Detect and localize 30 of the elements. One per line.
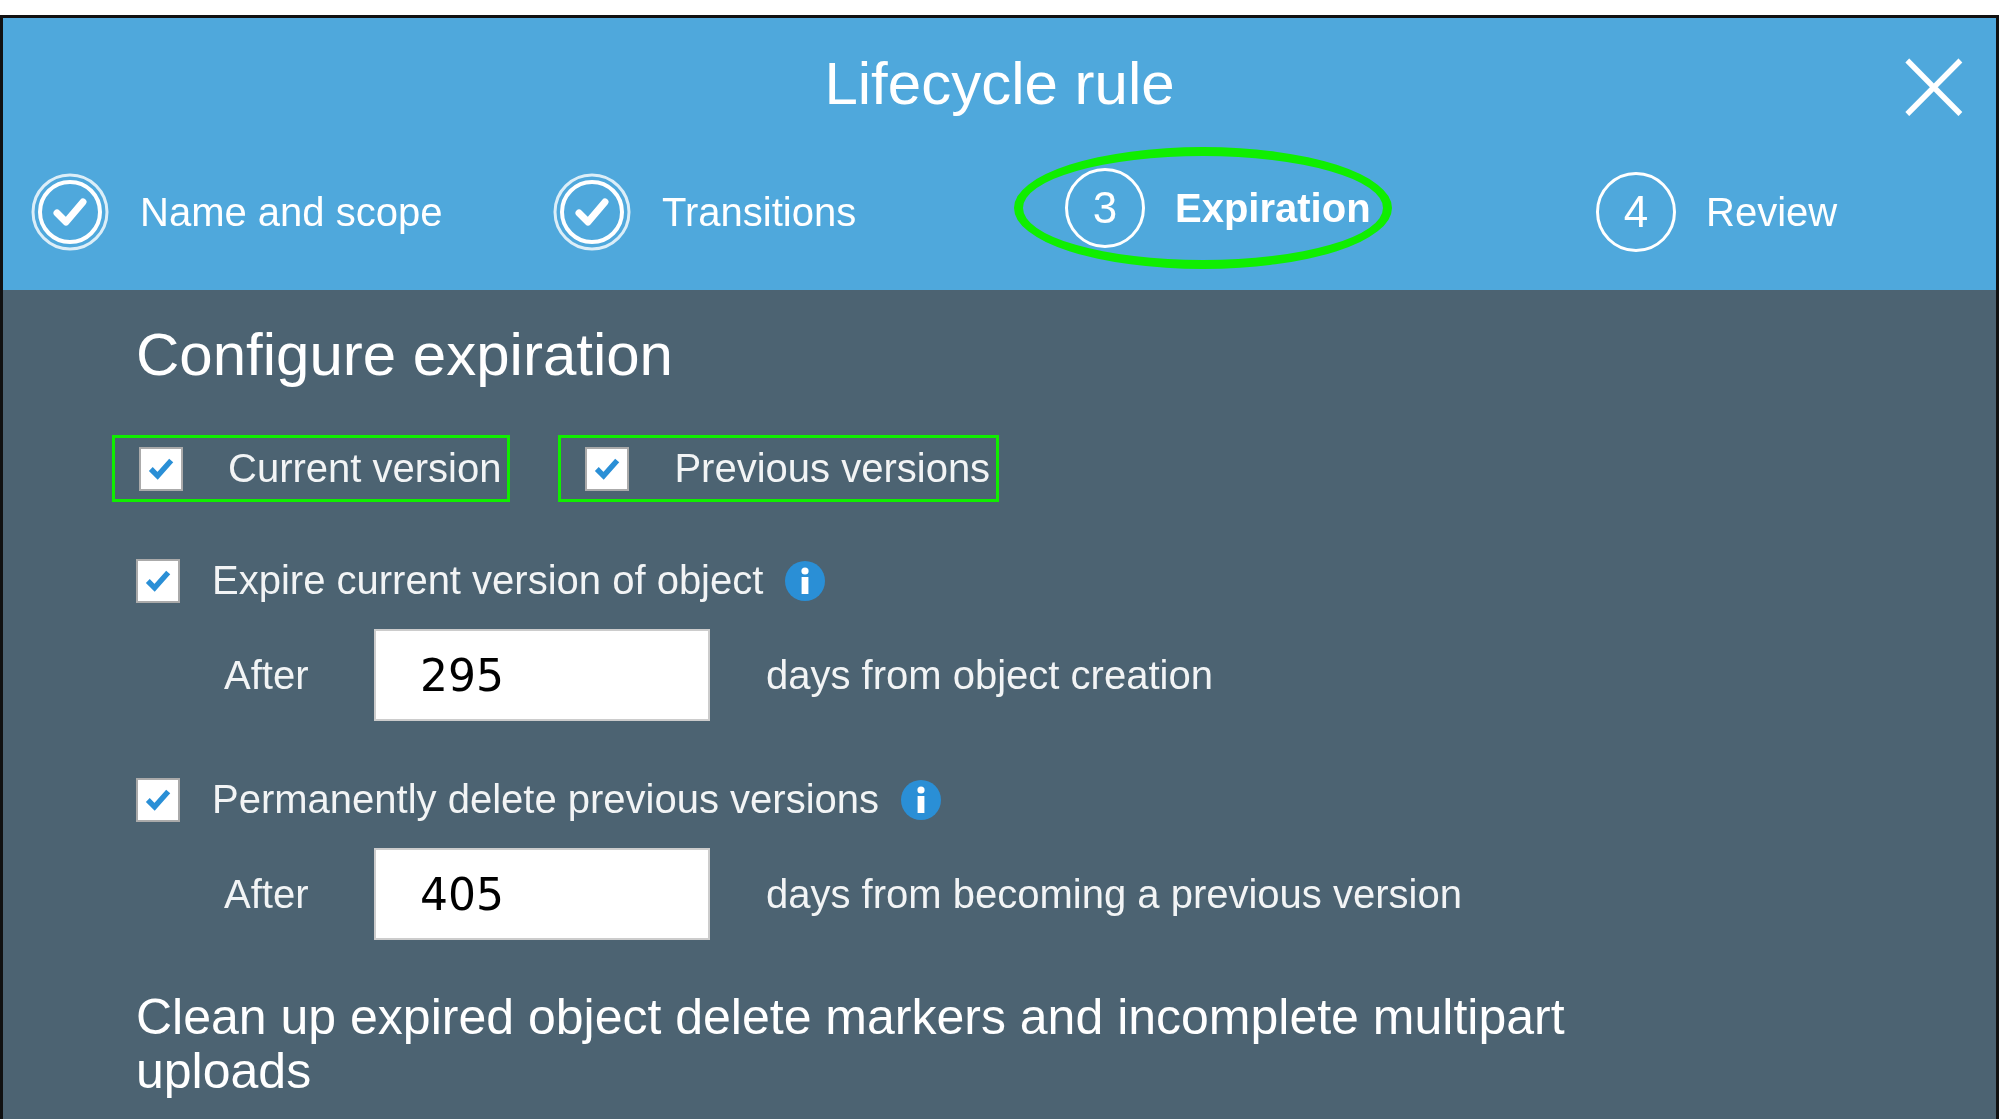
check-circle-icon <box>30 172 110 252</box>
step-tab[interactable]: Transitions <box>539 155 870 269</box>
step-tab[interactable]: 4 Review <box>1583 155 1851 269</box>
section-heading: Clean up expired object delete markers and incomplete multipart uploads <box>136 990 1566 1098</box>
days-input[interactable]: 405 <box>374 848 710 940</box>
step-tab[interactable]: Name and scope <box>17 155 456 269</box>
field-label: After <box>223 652 310 698</box>
info-icon[interactable] <box>901 779 941 820</box>
version-checkbox[interactable]: Previous versions <box>558 435 1000 502</box>
checkbox[interactable] <box>139 446 183 491</box>
checkbox[interactable] <box>585 446 630 491</box>
checkbox-label: Expire current version of object <box>212 558 764 603</box>
checkbox[interactable] <box>136 777 180 822</box>
check-circle-icon <box>552 172 632 252</box>
section-heading: Configure expiration <box>136 320 674 389</box>
window-title: Lifecycle rule <box>824 49 1175 119</box>
field-label: After <box>223 871 310 917</box>
version-checkbox[interactable]: Current version <box>112 435 511 502</box>
step-tab[interactable]: 3 Expiration <box>1014 147 1392 269</box>
checkbox-label: Permanently delete previous versions <box>212 777 879 822</box>
field-suffix: days from object creation <box>766 652 1213 698</box>
checkbox-label: Current version <box>228 446 502 491</box>
days-input[interactable]: 295 <box>374 629 710 721</box>
step-number: 3 <box>1065 168 1145 248</box>
info-icon[interactable] <box>785 560 826 601</box>
checkbox[interactable] <box>136 558 180 603</box>
close-button[interactable]: × <box>1881 44 1986 124</box>
field-suffix: days from becoming a previous version <box>766 871 1462 917</box>
checkbox-label: Previous versions <box>674 446 991 491</box>
step-number: 4 <box>1596 172 1676 252</box>
